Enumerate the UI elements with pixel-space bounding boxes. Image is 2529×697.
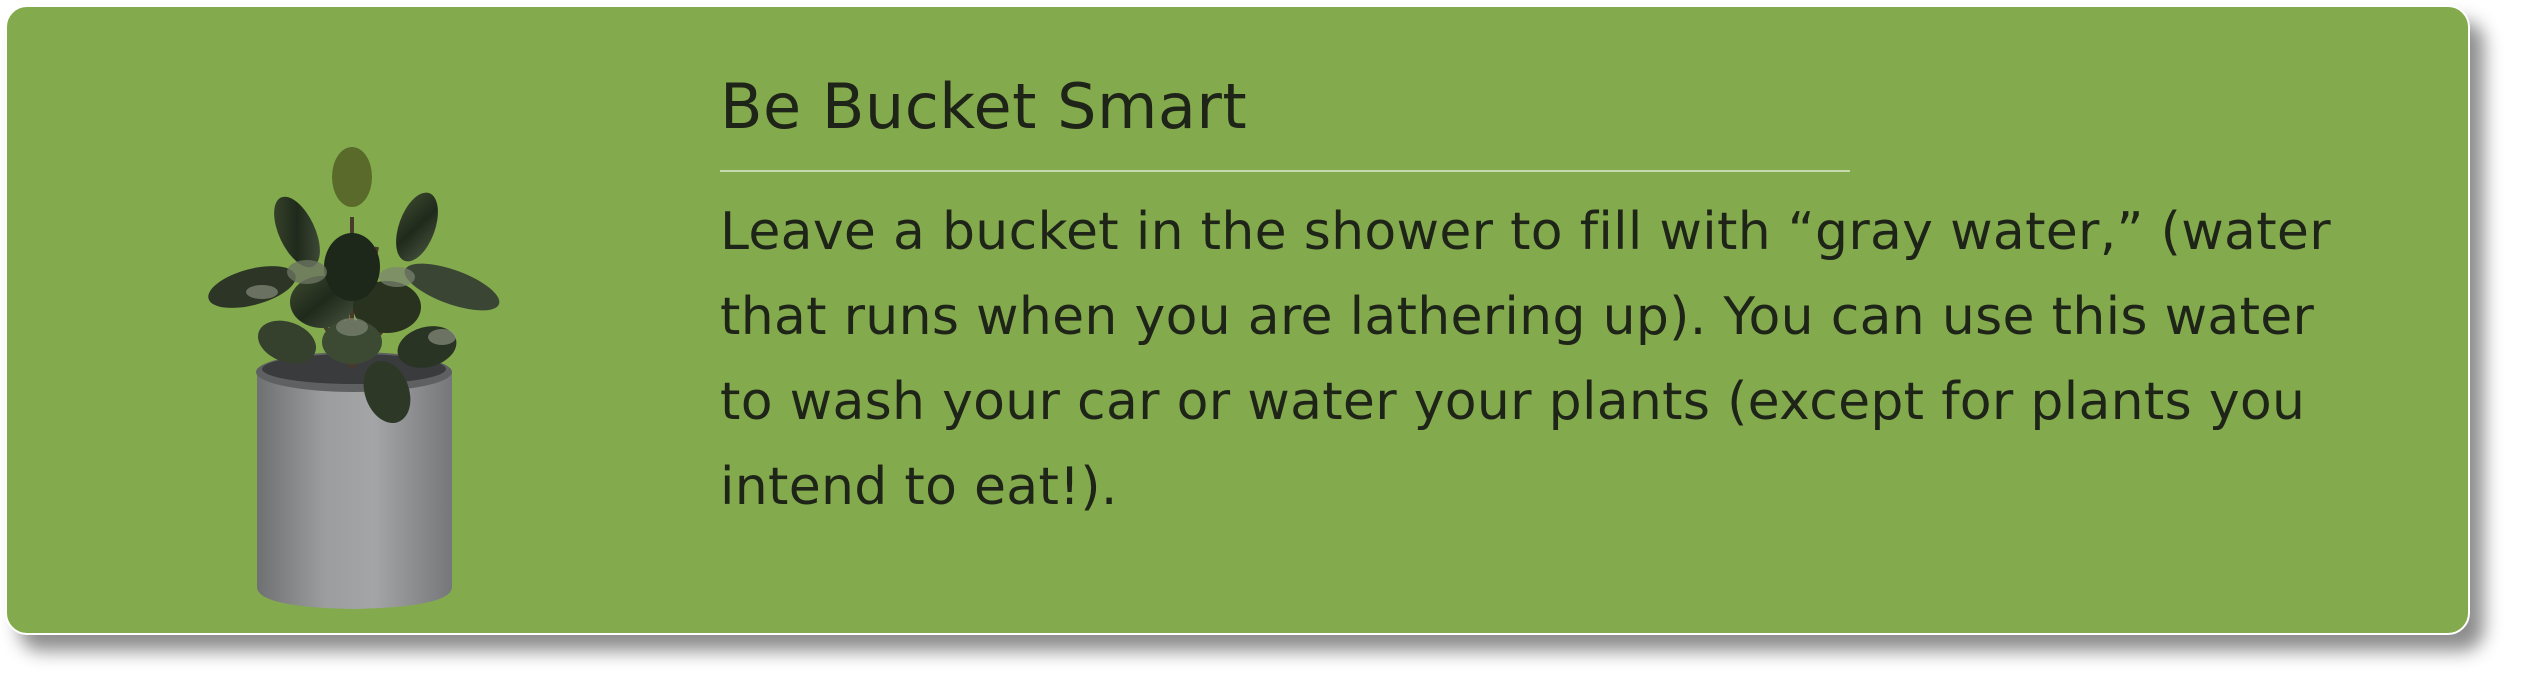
tip-title: Be Bucket Smart <box>720 70 1248 143</box>
title-divider <box>720 170 1850 172</box>
tip-card: Be Bucket Smart Leave a bucket in the sh… <box>5 5 2470 635</box>
potted-plant-icon <box>202 137 562 617</box>
tip-content: Be Bucket Smart Leave a bucket in the sh… <box>720 62 2420 530</box>
tip-body: Leave a bucket in the shower to fill wit… <box>720 202 2331 517</box>
